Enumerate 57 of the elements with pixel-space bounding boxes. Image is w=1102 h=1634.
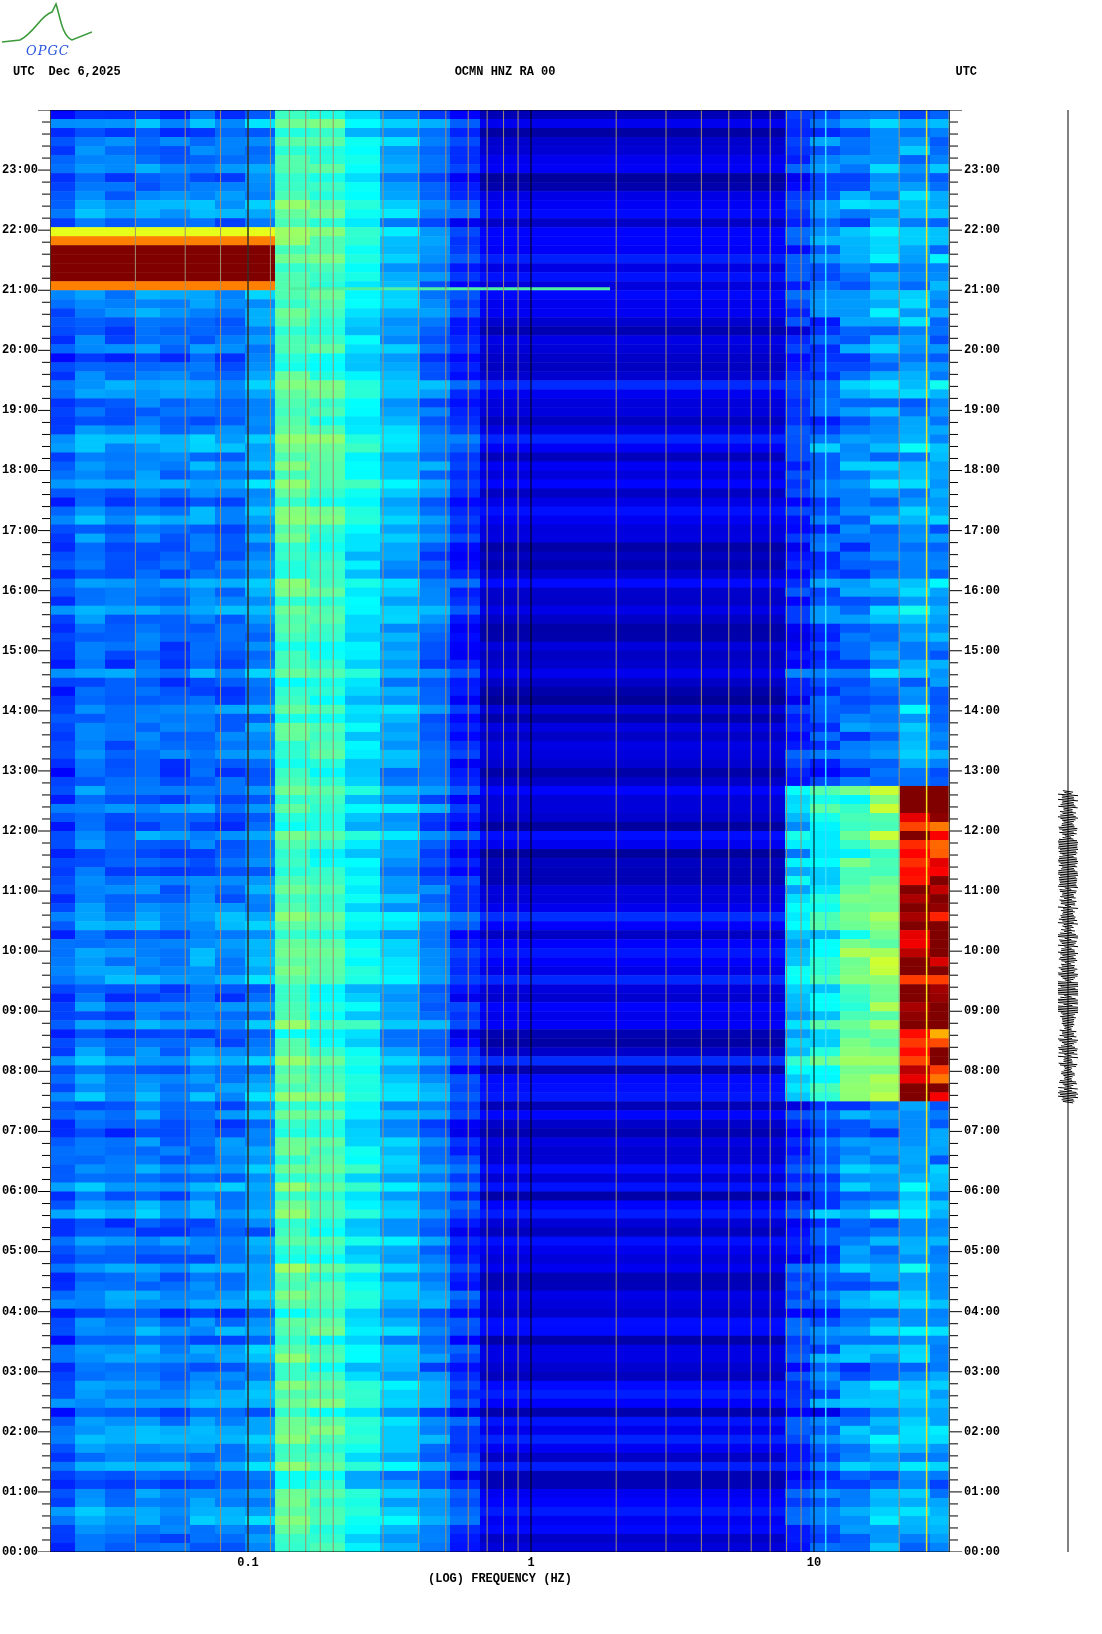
time-label: 08:00 bbox=[964, 1065, 1000, 1078]
time-label: 06:00 bbox=[964, 1185, 1000, 1198]
time-label: 14:00 bbox=[2, 704, 38, 717]
timezone-label: UTC bbox=[13, 65, 35, 79]
frequency-tick-label: 10 bbox=[806, 1556, 822, 1570]
time-label: 08:00 bbox=[2, 1065, 38, 1078]
axis-title: (LOG) FREQUENCY (HZ) bbox=[428, 1572, 572, 1586]
time-label: 09:00 bbox=[2, 1005, 38, 1018]
time-label: 04:00 bbox=[964, 1305, 1000, 1318]
time-label: 17:00 bbox=[964, 524, 1000, 537]
time-label: 09:00 bbox=[964, 1005, 1000, 1018]
time-label: 12:00 bbox=[2, 824, 38, 837]
time-label: 16:00 bbox=[2, 584, 38, 597]
time-label: 05:00 bbox=[964, 1245, 1000, 1258]
time-label: 00:00 bbox=[964, 1545, 1000, 1558]
time-label: 12:00 bbox=[964, 824, 1000, 837]
time-label: 21:00 bbox=[2, 284, 38, 297]
time-label: 20:00 bbox=[2, 344, 38, 357]
time-label: 16:00 bbox=[964, 584, 1000, 597]
time-label: 17:00 bbox=[2, 524, 38, 537]
time-label: 13:00 bbox=[2, 764, 38, 777]
time-label: 20:00 bbox=[964, 344, 1000, 357]
time-label: 07:00 bbox=[964, 1125, 1000, 1138]
time-label: 22:00 bbox=[964, 224, 1000, 237]
frequency-tick-label: 0.1 bbox=[237, 1556, 259, 1570]
time-label: 22:00 bbox=[2, 224, 38, 237]
station-label: OCMN HNZ RA 00 bbox=[454, 65, 556, 79]
time-label: 23:00 bbox=[964, 164, 1000, 177]
time-label: 19:00 bbox=[2, 404, 38, 417]
time-label: 14:00 bbox=[964, 704, 1000, 717]
time-label: 03:00 bbox=[964, 1365, 1000, 1378]
time-label: 02:00 bbox=[964, 1425, 1000, 1438]
date-label: Dec 6,2025 bbox=[48, 65, 121, 79]
time-label: 02:00 bbox=[2, 1425, 38, 1438]
time-label: 11:00 bbox=[964, 885, 1000, 897]
frequency-tick-label: 1 bbox=[527, 1556, 535, 1570]
time-label: 05:00 bbox=[2, 1245, 38, 1258]
time-label: 10:00 bbox=[964, 945, 1000, 958]
time-label: 18:00 bbox=[2, 464, 38, 477]
time-label: 03:00 bbox=[2, 1365, 38, 1378]
time-label: 18:00 bbox=[964, 464, 1000, 477]
time-label: 04:00 bbox=[2, 1305, 38, 1318]
logo-text: OPGC bbox=[26, 44, 70, 57]
time-label: 23:00 bbox=[2, 164, 38, 177]
time-label: 06:00 bbox=[2, 1185, 38, 1198]
time-label: 21:00 bbox=[964, 284, 1000, 297]
time-label: 15:00 bbox=[964, 644, 1000, 657]
time-label: 01:00 bbox=[2, 1485, 38, 1498]
time-label: 01:00 bbox=[964, 1485, 1000, 1498]
timezone-label: UTC bbox=[955, 65, 978, 79]
time-label: 10:00 bbox=[2, 945, 38, 958]
time-label: 00:00 bbox=[2, 1545, 38, 1558]
time-label: 15:00 bbox=[2, 644, 38, 657]
time-label: 13:00 bbox=[964, 764, 1000, 777]
time-label: 19:00 bbox=[964, 404, 1000, 417]
time-label: 07:00 bbox=[2, 1125, 38, 1138]
time-label: 11:00 bbox=[2, 885, 38, 897]
